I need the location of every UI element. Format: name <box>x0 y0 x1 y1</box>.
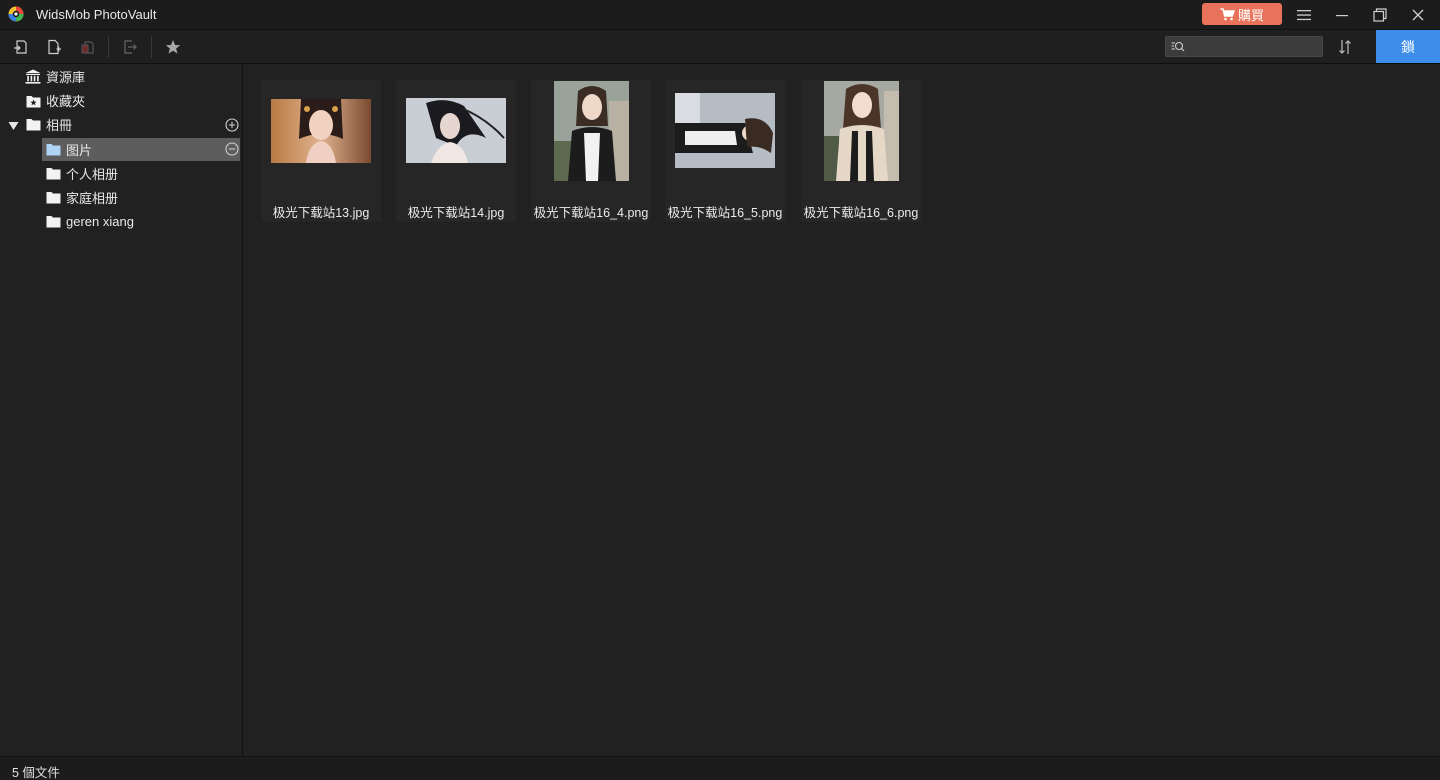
albums-expand-icon[interactable] <box>8 121 19 131</box>
sidebar: 資源庫 收藏夾 相冊 图片 个人相册 家庭相册 geren xiang <box>0 64 243 756</box>
album-label: 图片 <box>66 143 93 158</box>
hamburger-icon <box>1297 10 1311 21</box>
folder-icon <box>45 166 61 182</box>
buy-button[interactable]: 購買 <box>1202 3 1282 25</box>
photo-thumbnail <box>406 98 506 163</box>
import-file-button[interactable] <box>45 38 63 56</box>
thumbnail-item[interactable]: 极光下载站14.jpg <box>396 80 516 222</box>
menu-button[interactable] <box>1292 4 1316 26</box>
file-name: 极光下载站16_6.png <box>803 206 919 220</box>
albums-label: 相冊 <box>46 118 73 133</box>
sidebar-item-favorites[interactable]: 收藏夾 <box>25 89 85 112</box>
folder-icon <box>45 190 61 206</box>
album-label: 家庭相册 <box>66 191 119 206</box>
lock-label: 鎖 <box>1401 38 1415 55</box>
minimize-icon <box>1336 15 1348 17</box>
toolbar-divider <box>108 36 109 58</box>
photo-thumbnail <box>271 98 371 163</box>
sidebar-item-album-family[interactable]: 家庭相册 <box>45 186 118 209</box>
search-box[interactable] <box>1165 36 1323 57</box>
delete-file-icon <box>81 41 94 54</box>
thumbnail-item[interactable]: 极光下载站16_4.png <box>531 80 651 222</box>
minimize-button[interactable] <box>1330 4 1354 26</box>
library-icon <box>25 69 41 85</box>
photo-thumbnail <box>675 93 775 168</box>
photo-thumbnail <box>823 80 899 181</box>
app-title: WidsMob PhotoVault <box>36 7 157 22</box>
file-count: 5 個文件 <box>12 766 60 780</box>
import-folder-icon <box>14 40 27 54</box>
album-label: geren xiang <box>66 214 134 229</box>
toolbar-divider <box>151 36 152 58</box>
add-album-icon[interactable] <box>225 118 239 132</box>
star-icon <box>165 40 181 54</box>
thumbnail-item[interactable]: 极光下载站13.jpg <box>261 80 381 222</box>
import-folder-button[interactable] <box>12 38 30 56</box>
library-label: 資源庫 <box>46 70 86 85</box>
app-logo-icon <box>8 6 24 22</box>
restore-button[interactable] <box>1368 4 1392 26</box>
sidebar-item-album-personal[interactable]: 个人相册 <box>45 162 118 185</box>
favorites-label: 收藏夾 <box>46 94 86 109</box>
sidebar-item-album-pictures[interactable]: 图片 <box>42 138 240 161</box>
file-name: 极光下载站16_4.png <box>533 206 649 220</box>
favorite-button[interactable] <box>164 38 182 56</box>
albums-folder-icon <box>25 117 41 133</box>
file-name: 极光下载站13.jpg <box>272 206 370 220</box>
toolbar <box>0 30 1440 64</box>
thumbnail-grid: 极光下载站13.jpg 极光下载站14.jpg 极光下载站16_4.png 极光… <box>244 64 1440 756</box>
export-icon <box>124 40 137 54</box>
close-button[interactable] <box>1406 4 1430 26</box>
cart-icon <box>1220 7 1235 20</box>
thumbnail-item[interactable]: 极光下载站16_6.png <box>801 80 921 222</box>
sort-icon[interactable] <box>1336 38 1354 56</box>
album-label: 个人相册 <box>66 167 119 182</box>
remove-album-icon[interactable] <box>225 142 239 156</box>
file-name: 极光下载站16_5.png <box>667 206 783 220</box>
close-icon <box>1412 9 1424 21</box>
sidebar-item-library[interactable]: 資源庫 <box>25 65 85 88</box>
status-bar: 5 個文件 <box>0 756 1440 780</box>
photo-thumbnail <box>553 80 629 181</box>
folder-icon <box>45 142 61 158</box>
search-input[interactable] <box>1188 38 1318 55</box>
restore-icon <box>1373 8 1387 22</box>
title-bar: WidsMob PhotoVault 購買 <box>0 0 1440 30</box>
lock-button[interactable]: 鎖 <box>1376 30 1440 63</box>
favorites-folder-icon <box>25 93 41 109</box>
sidebar-item-album-geren[interactable]: geren xiang <box>45 210 134 233</box>
delete-button[interactable] <box>79 38 97 56</box>
export-button[interactable] <box>121 38 139 56</box>
sidebar-item-albums[interactable]: 相冊 <box>25 113 72 136</box>
import-file-icon <box>48 39 61 55</box>
search-icon <box>1171 41 1185 52</box>
buy-label: 購買 <box>1237 7 1264 23</box>
file-name: 极光下载站14.jpg <box>407 206 505 220</box>
thumbnail-item[interactable]: 极光下载站16_5.png <box>665 80 785 222</box>
folder-icon <box>45 214 61 230</box>
